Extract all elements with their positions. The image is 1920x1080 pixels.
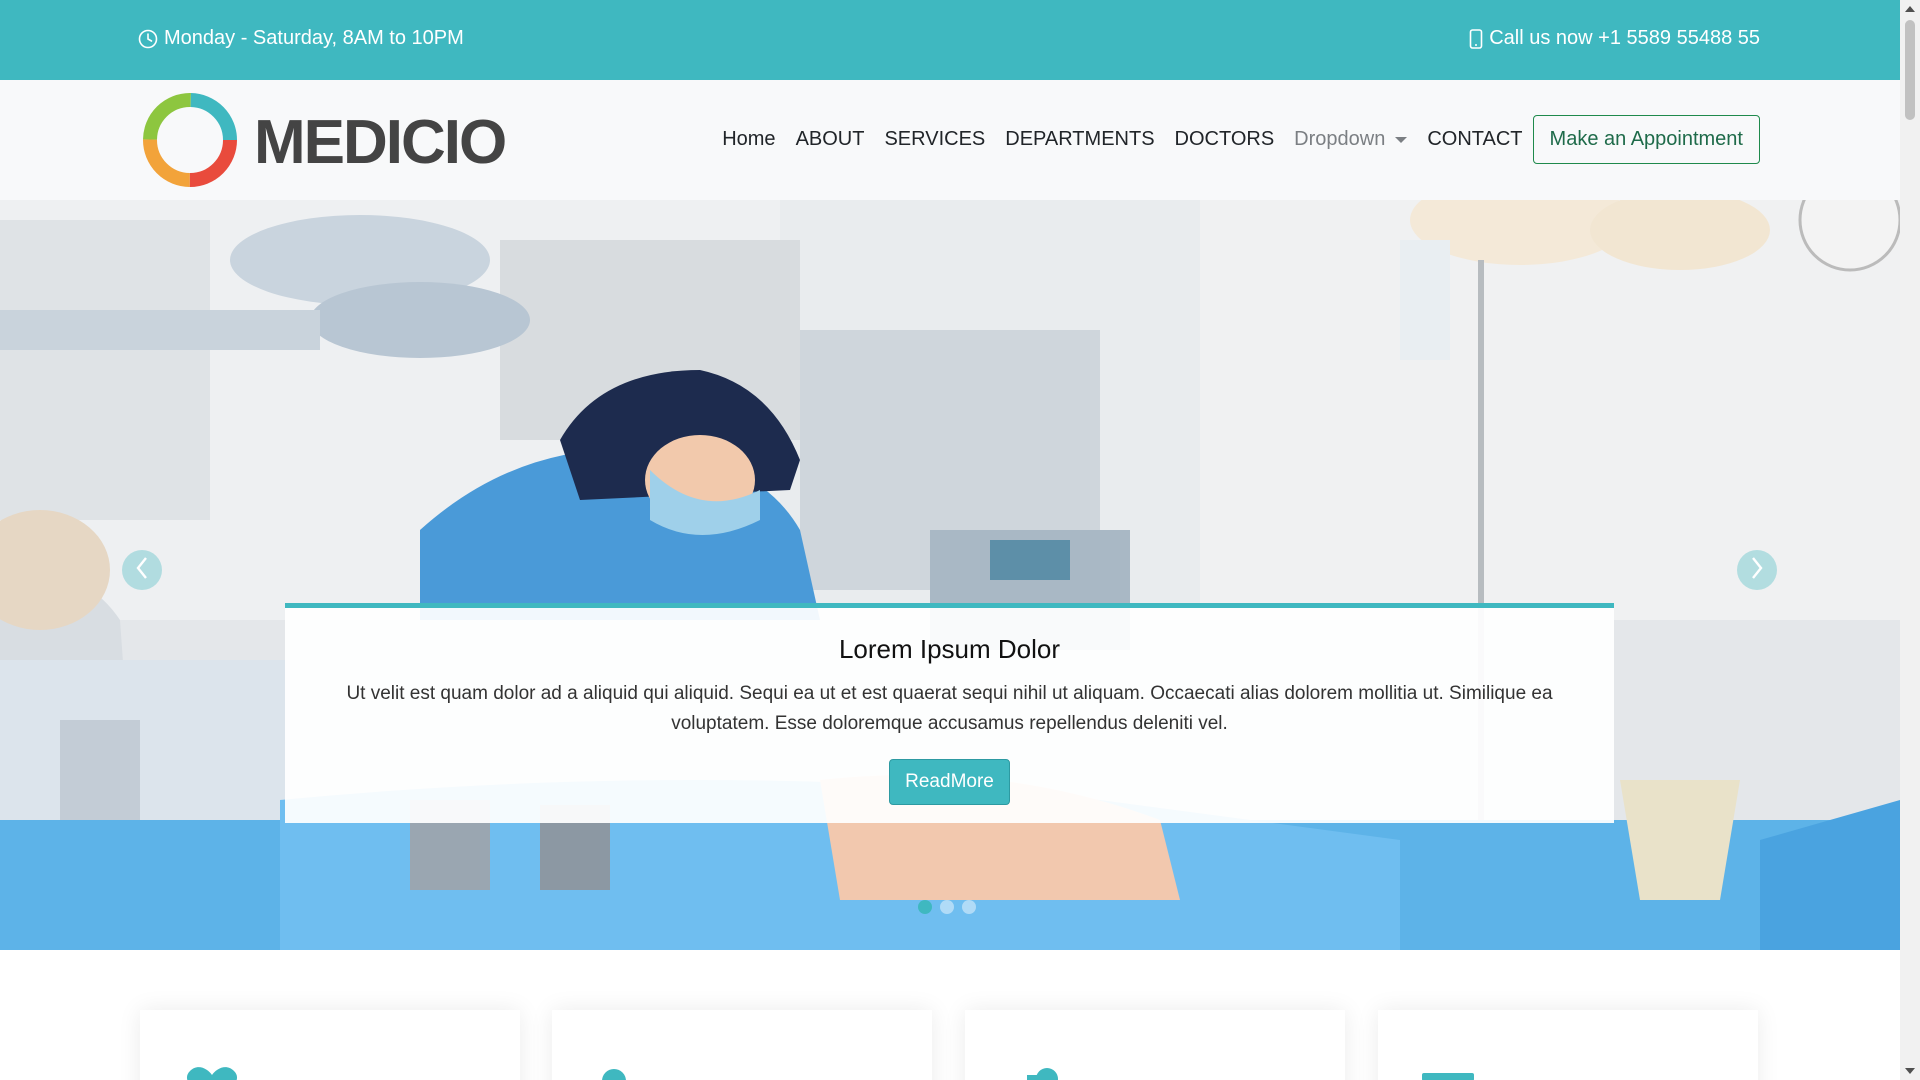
- carousel-indicator-2[interactable]: [940, 900, 954, 914]
- read-more-button[interactable]: ReadMore: [889, 759, 1010, 805]
- scrollbar-thumb[interactable]: [1905, 20, 1915, 120]
- carousel-indicators: [918, 900, 976, 914]
- heart-icon: [180, 1065, 244, 1080]
- page-scrollbar[interactable]: [1900, 0, 1920, 1080]
- site-logo[interactable]: MEDICIO: [140, 90, 507, 195]
- feature-card-4[interactable]: [1378, 1010, 1758, 1080]
- pill-icon: [592, 1065, 632, 1080]
- main-nav: Home ABOUT SERVICES DEPARTMENTS DOCTORS …: [712, 115, 1760, 164]
- nav-dropdown-label: Dropdown: [1294, 128, 1386, 150]
- nav-home[interactable]: Home: [712, 128, 785, 151]
- scroll-down-arrow-icon[interactable]: [1905, 1068, 1915, 1074]
- site-header: MEDICIO Home ABOUT SERVICES DEPARTMENTS …: [0, 80, 1900, 200]
- contact-phone-text: Call us now +1 5589 55488 55: [1489, 27, 1760, 49]
- make-appointment-button[interactable]: Make an Appointment: [1532, 115, 1760, 164]
- nav-doctors[interactable]: DOCTORS: [1165, 128, 1285, 151]
- chevron-right-icon: [1749, 556, 1765, 585]
- feature-card-2[interactable]: [552, 1010, 932, 1080]
- scroll-up-arrow-icon[interactable]: [1905, 6, 1915, 12]
- nav-services[interactable]: SERVICES: [874, 128, 995, 151]
- clock-icon: [138, 29, 158, 49]
- page: Monday - Saturday, 8AM to 10PM Call us n…: [0, 0, 1900, 1080]
- nav-departments[interactable]: DEPARTMENTS: [995, 128, 1164, 151]
- hero-background-image: [0, 200, 1900, 950]
- feature-card-1[interactable]: [140, 1010, 520, 1080]
- top-bar: Monday - Saturday, 8AM to 10PM Call us n…: [0, 0, 1900, 80]
- carousel-next-button[interactable]: [1737, 550, 1777, 590]
- carousel-indicator-1[interactable]: [918, 900, 932, 914]
- logo-text: MEDICIO: [254, 108, 507, 177]
- nav-dropdown[interactable]: Dropdown: [1284, 128, 1417, 151]
- hospital-user-icon: [1005, 1065, 1065, 1080]
- carousel-indicator-3[interactable]: [962, 900, 976, 914]
- phone-icon: [1469, 28, 1483, 49]
- business-hours: Monday - Saturday, 8AM to 10PM: [138, 27, 464, 50]
- carousel-prev-button[interactable]: [122, 550, 162, 590]
- hero-carousel: Lorem Ipsum Dolor Ut velit est quam dolo…: [0, 200, 1900, 950]
- caret-down-icon: [1395, 136, 1408, 143]
- contact-phone[interactable]: Call us now +1 5589 55488 55: [1469, 27, 1760, 50]
- dna-icon: [1418, 1065, 1478, 1080]
- hero-caption: Lorem Ipsum Dolor Ut velit est quam dolo…: [285, 603, 1614, 823]
- nav-contact[interactable]: CONTACT: [1417, 128, 1532, 151]
- business-hours-text: Monday - Saturday, 8AM to 10PM: [164, 27, 464, 49]
- chevron-left-icon: [134, 556, 150, 585]
- logo-ring-icon: [140, 90, 240, 195]
- hero-text: Ut velit est quam dolor ad a aliquid qui…: [346, 683, 1553, 734]
- hero-title: Lorem Ipsum Dolor: [838, 634, 1061, 664]
- feature-card-3[interactable]: [965, 1010, 1345, 1080]
- nav-about[interactable]: ABOUT: [786, 128, 875, 151]
